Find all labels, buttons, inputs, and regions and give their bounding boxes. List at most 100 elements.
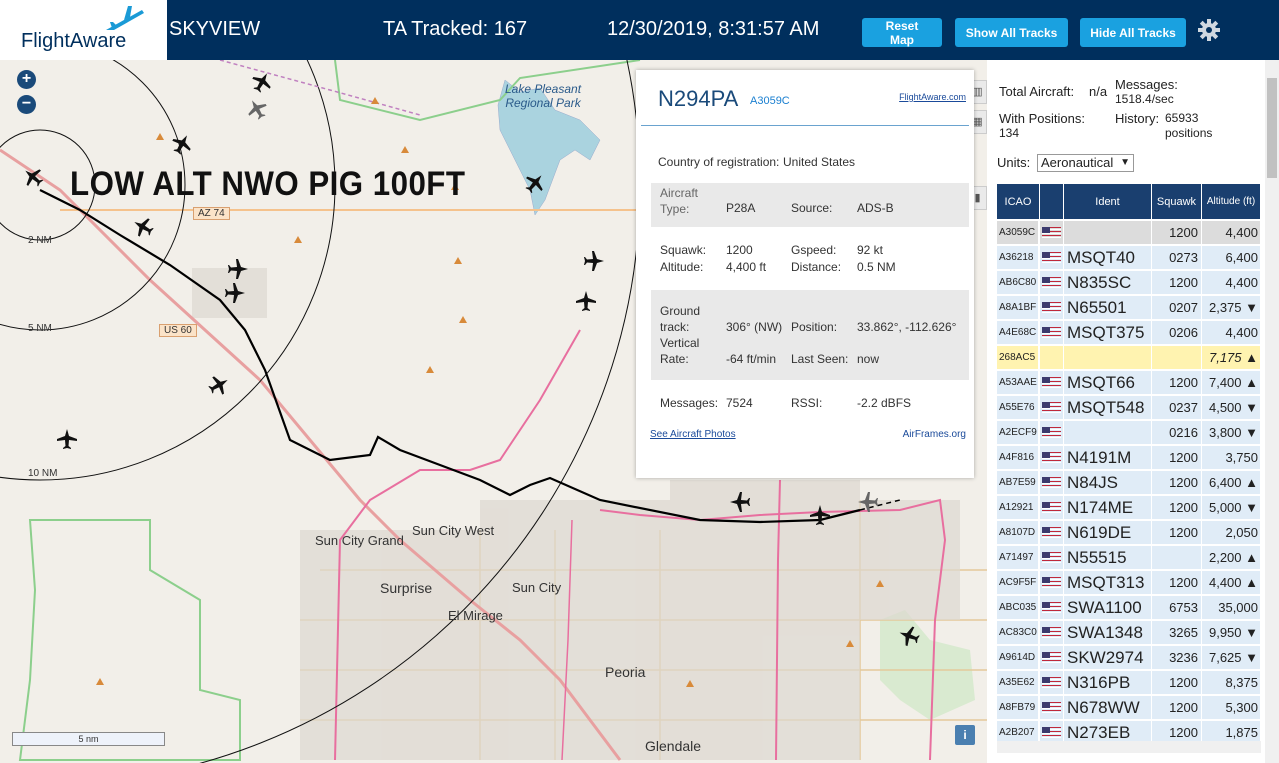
column-header-altitude[interactable]: Altitude (ft) [1202, 184, 1261, 219]
table-row[interactable]: A12921 N174ME 1200 5,000 ▼ [997, 495, 1261, 520]
position-value: 33.862°, -112.626° [857, 320, 957, 334]
table-row[interactable]: A8A1BF N65501 0207 2,375 ▼ [997, 295, 1261, 320]
hide-all-tracks-button[interactable]: Hide All Tracks [1080, 18, 1186, 47]
us-flag-icon [1042, 627, 1061, 638]
last-seen-value: now [857, 352, 880, 366]
cell-ident: SWA1100 [1064, 596, 1152, 619]
table-row[interactable]: A4E68C MSQT375 0206 4,400 [997, 320, 1261, 345]
zoom-out-button[interactable]: − [17, 95, 36, 114]
flightaware-link[interactable]: FlightAware.com [899, 92, 966, 102]
us-flag-icon [1042, 227, 1061, 238]
table-row[interactable]: AC9F5F MSQT313 1200 4,400 ▲ [997, 570, 1261, 595]
vertical-scrollbar[interactable] [1265, 60, 1279, 763]
table-row[interactable]: A8107D N619DE 1200 2,050 [997, 520, 1261, 545]
aircraft-icon[interactable] [225, 283, 245, 303]
table-row[interactable]: 268AC5 7,175 ▲ [997, 345, 1261, 370]
ground-track-value: 306° (NW) [726, 320, 783, 334]
aircraft-icon[interactable] [858, 492, 878, 512]
cell-altitude: 5,000 ▼ [1202, 496, 1261, 519]
az74-shield: AZ 74 [193, 207, 230, 220]
aircraft-icon[interactable] [896, 623, 922, 649]
column-header-icao[interactable]: ICAO [997, 184, 1040, 219]
reset-map-button[interactable]: Reset Map [862, 18, 942, 47]
history-value: 65933 positions [1165, 111, 1213, 140]
country-value: United States [783, 155, 856, 169]
cell-flag [1040, 296, 1064, 319]
cell-icao: A35E62 [997, 671, 1039, 694]
table-row[interactable]: A9614D SKW2974 3236 7,625 ▼ [997, 645, 1261, 670]
us60-shield: US 60 [159, 324, 197, 337]
aircraft-icon[interactable] [205, 371, 233, 399]
aircraft-icon[interactable] [18, 162, 48, 192]
cell-flag [1040, 571, 1064, 594]
cell-ident: N835SC [1064, 271, 1152, 294]
us-flag-icon [1042, 727, 1061, 738]
altitude-value: 4,400 ft [726, 260, 767, 274]
table-row[interactable]: A3059C 1200 4,400 [997, 220, 1261, 245]
city-label-surprise: Surprise [380, 580, 433, 596]
table-row[interactable]: A36218 MSQT40 0273 6,400 [997, 245, 1261, 270]
horizontal-scrollbar[interactable] [997, 741, 1261, 753]
aircraft-icon[interactable] [730, 492, 750, 512]
show-all-tracks-button[interactable]: Show All Tracks [955, 18, 1068, 47]
table-row[interactable]: ABC035 SWA1100 6753 35,000 [997, 595, 1261, 620]
aircraft-photos-link[interactable]: See Aircraft Photos [650, 429, 736, 440]
aircraft-icon[interactable] [228, 259, 248, 279]
cell-ident: N316PB [1064, 671, 1152, 694]
popup-divider [641, 125, 969, 126]
table-row[interactable]: A4F816 N4191M 1200 3,750 [997, 445, 1261, 470]
cell-ident: MSQT548 [1064, 396, 1152, 419]
city-label-peoria: Peoria [605, 664, 646, 680]
us-flag-icon [1042, 302, 1061, 313]
aircraft-icon[interactable] [57, 429, 77, 449]
aircraft-icon[interactable] [520, 168, 550, 198]
aircraft-icon[interactable] [168, 130, 196, 158]
table-row[interactable]: AB7E59 N84JS 1200 6,400 ▲ [997, 470, 1261, 495]
table-row[interactable]: AC83C0 SWA1348 3265 9,950 ▼ [997, 620, 1261, 645]
aircraft-icon[interactable] [248, 68, 276, 96]
aircraft-icon[interactable] [243, 95, 271, 123]
aircraft-icon[interactable] [584, 251, 604, 271]
cell-altitude: 3,750 [1202, 446, 1261, 469]
aircraft-icon[interactable] [576, 291, 596, 311]
table-row[interactable]: A71497 N55515 2,200 ▲ [997, 545, 1261, 570]
cell-flag [1040, 346, 1064, 369]
column-header-squawk[interactable]: Squawk [1152, 184, 1202, 219]
cell-altitude: 3,800 ▼ [1202, 421, 1261, 444]
table-row[interactable]: AB6C80 N835SC 1200 4,400 [997, 270, 1261, 295]
zoom-in-button[interactable]: + [17, 70, 36, 89]
squawk-label: Squawk: [660, 243, 707, 257]
units-select[interactable]: Aeronautical ▼ [1037, 154, 1134, 172]
table-row[interactable]: A2ECF9 0216 3,800 ▼ [997, 420, 1261, 445]
table-row[interactable]: A35E62 N316PB 1200 8,375 [997, 670, 1261, 695]
us-flag-icon [1042, 527, 1061, 538]
cell-squawk: 3236 [1152, 646, 1202, 669]
app-title: SKYVIEW [169, 18, 261, 40]
cell-flag [1040, 221, 1064, 244]
total-aircraft-value: n/a [1089, 84, 1108, 99]
column-header-ident[interactable]: Ident [1064, 184, 1152, 219]
cell-squawk: 0207 [1152, 296, 1202, 319]
brand-name: FlightAware [21, 30, 127, 52]
us-flag-icon [1042, 277, 1061, 288]
airframes-link[interactable]: AirFrames.org [903, 429, 966, 440]
table-row[interactable]: A53AAE MSQT66 1200 7,400 ▲ [997, 370, 1261, 395]
cell-icao: A71497 [997, 546, 1039, 569]
us-flag-icon [1042, 677, 1061, 688]
cell-squawk: 6753 [1152, 596, 1202, 619]
us-flag-icon [1042, 402, 1061, 413]
column-header-flag[interactable] [1040, 184, 1064, 219]
cell-altitude: 2,200 ▲ [1202, 546, 1261, 569]
gear-icon[interactable] [1197, 18, 1221, 42]
rssi-value: -2.2 dBFS [857, 396, 912, 410]
cell-altitude: 4,400 [1202, 221, 1261, 244]
cell-ident: N619DE [1064, 521, 1152, 544]
info-button[interactable]: i [955, 725, 975, 745]
flightaware-logo[interactable]: FlightAware [0, 0, 167, 60]
aircraft-icon[interactable] [129, 213, 157, 241]
table-row[interactable]: A8FB79 N678WW 1200 5,300 [997, 695, 1261, 720]
cell-icao: AC9F5F [997, 571, 1039, 594]
scrollbar-thumb[interactable] [1267, 78, 1277, 178]
table-row[interactable]: A55E76 MSQT548 0237 4,500 ▼ [997, 395, 1261, 420]
aircraft-icon[interactable] [810, 505, 830, 525]
